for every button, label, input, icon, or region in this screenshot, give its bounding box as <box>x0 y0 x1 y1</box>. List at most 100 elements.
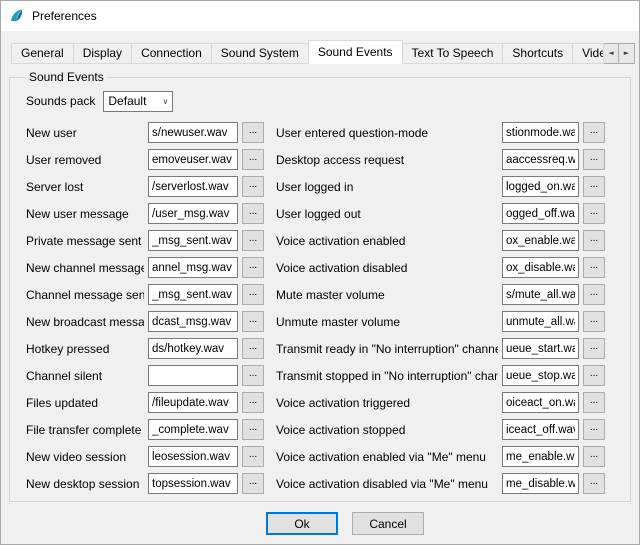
browse-button[interactable]: ... <box>583 473 605 494</box>
sounds-pack-value: Default <box>108 94 162 108</box>
ok-button[interactable]: Ok <box>266 512 338 535</box>
event-label: Private message sent <box>26 231 144 251</box>
tab-scroll-left-icon[interactable]: ◄ <box>603 43 619 64</box>
event-label: New user <box>26 123 144 143</box>
browse-button[interactable]: ... <box>583 284 605 305</box>
tab-text-to-speech[interactable]: Text To Speech <box>402 43 504 64</box>
event-file-input[interactable] <box>148 257 238 278</box>
chevron-down-icon: ∨ <box>163 97 169 106</box>
event-file-input[interactable] <box>148 419 238 440</box>
browse-button[interactable]: ... <box>583 446 605 467</box>
tab-shortcuts[interactable]: Shortcuts <box>502 43 573 64</box>
event-file-input[interactable] <box>148 365 238 386</box>
event-label: Channel message sent <box>26 285 144 305</box>
event-file-input[interactable] <box>502 257 579 278</box>
event-file-input[interactable] <box>148 176 238 197</box>
event-file-input[interactable] <box>502 203 579 224</box>
preferences-window: Preferences GeneralDisplayConnectionSoun… <box>0 0 640 545</box>
event-file-input[interactable] <box>148 122 238 143</box>
group-title: Sound Events <box>26 70 107 84</box>
tab-scroll: ◄ ► <box>603 43 635 64</box>
tab-sound-events[interactable]: Sound Events <box>308 40 403 64</box>
event-file-input[interactable] <box>502 149 579 170</box>
event-file-input[interactable] <box>502 284 579 305</box>
event-label: Voice activation triggered <box>268 393 498 413</box>
cancel-button[interactable]: Cancel <box>352 512 424 535</box>
browse-button[interactable]: ... <box>242 311 264 332</box>
event-label: New channel message <box>26 258 144 278</box>
browse-button[interactable]: ... <box>242 392 264 413</box>
event-file-input[interactable] <box>148 311 238 332</box>
sounds-pack-row: Sounds pack Default ∨ <box>26 90 618 112</box>
browse-button[interactable]: ... <box>242 365 264 386</box>
event-label: Mute master volume <box>268 285 498 305</box>
event-file-input[interactable] <box>148 473 238 494</box>
browse-button[interactable]: ... <box>242 230 264 251</box>
event-file-input[interactable] <box>148 446 238 467</box>
browse-button[interactable]: ... <box>242 473 264 494</box>
browse-button[interactable]: ... <box>583 203 605 224</box>
title-bar[interactable]: Preferences <box>1 1 639 31</box>
event-label: Files updated <box>26 393 144 413</box>
tab-video[interactable]: Video <box>572 43 604 64</box>
window-title: Preferences <box>32 9 97 23</box>
browse-button[interactable]: ... <box>242 284 264 305</box>
event-file-input[interactable] <box>502 473 579 494</box>
tab-general[interactable]: General <box>11 43 74 64</box>
event-file-input[interactable] <box>502 419 579 440</box>
browse-button[interactable]: ... <box>583 311 605 332</box>
event-file-input[interactable] <box>148 284 238 305</box>
event-file-input[interactable] <box>502 338 579 359</box>
tab-scroll-right-icon[interactable]: ► <box>619 43 635 64</box>
event-label: User logged out <box>268 204 498 224</box>
browse-button[interactable]: ... <box>583 176 605 197</box>
tab-display[interactable]: Display <box>73 43 132 64</box>
browse-button[interactable]: ... <box>242 338 264 359</box>
browse-button[interactable]: ... <box>242 149 264 170</box>
event-file-input[interactable] <box>502 392 579 413</box>
browse-button[interactable]: ... <box>583 365 605 386</box>
event-label: New desktop session <box>26 474 144 494</box>
event-label: Unmute master volume <box>268 312 498 332</box>
event-label: File transfer complete <box>26 420 144 440</box>
event-file-input[interactable] <box>148 149 238 170</box>
browse-button[interactable]: ... <box>583 149 605 170</box>
event-label: New user message <box>26 204 144 224</box>
event-label: Hotkey pressed <box>26 339 144 359</box>
event-file-input[interactable] <box>148 392 238 413</box>
browse-button[interactable]: ... <box>242 176 264 197</box>
tab-sound-system[interactable]: Sound System <box>211 43 309 64</box>
browse-button[interactable]: ... <box>583 419 605 440</box>
event-file-input[interactable] <box>502 176 579 197</box>
browse-button[interactable]: ... <box>242 122 264 143</box>
event-label: Voice activation stopped <box>268 420 498 440</box>
browse-button[interactable]: ... <box>583 230 605 251</box>
event-label: Server lost <box>26 177 144 197</box>
event-file-input[interactable] <box>502 446 579 467</box>
browse-button[interactable]: ... <box>242 257 264 278</box>
browse-button[interactable]: ... <box>583 392 605 413</box>
event-label: Voice activation disabled via "Me" menu <box>268 474 498 494</box>
dialog-buttons: Ok Cancel <box>1 512 639 535</box>
browse-button[interactable]: ... <box>242 419 264 440</box>
sound-events-grid: New user...User entered question-mode...… <box>26 122 618 494</box>
browse-button[interactable]: ... <box>583 122 605 143</box>
event-file-input[interactable] <box>148 203 238 224</box>
event-label: Transmit stopped in "No interruption" ch… <box>268 366 498 386</box>
browse-button[interactable]: ... <box>242 203 264 224</box>
event-file-input[interactable] <box>502 122 579 143</box>
event-file-input[interactable] <box>148 338 238 359</box>
event-file-input[interactable] <box>502 311 579 332</box>
sound-events-group: Sound Events Sounds pack Default ∨ New u… <box>9 70 631 502</box>
tab-connection[interactable]: Connection <box>131 43 212 64</box>
event-label: Voice activation enabled <box>268 231 498 251</box>
browse-button[interactable]: ... <box>583 257 605 278</box>
sounds-pack-label: Sounds pack <box>26 94 95 108</box>
browse-button[interactable]: ... <box>242 446 264 467</box>
sounds-pack-select[interactable]: Default ∨ <box>103 91 173 112</box>
event-file-input[interactable] <box>502 365 579 386</box>
event-file-input[interactable] <box>148 230 238 251</box>
event-file-input[interactable] <box>502 230 579 251</box>
browse-button[interactable]: ... <box>583 338 605 359</box>
event-label: Voice activation enabled via "Me" menu <box>268 447 498 467</box>
